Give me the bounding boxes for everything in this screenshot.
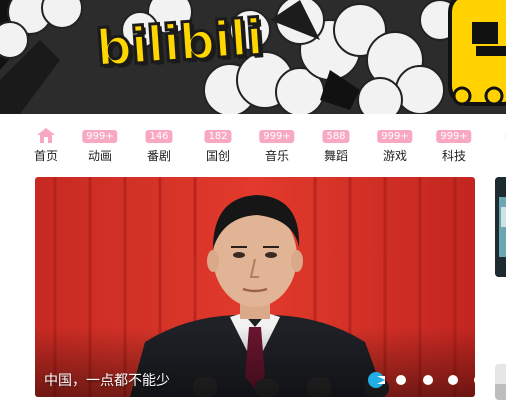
nav-item-label: 舞蹈 [323,149,348,163]
nav-item-label: 音乐 [264,149,289,163]
count-badge: 999+ [436,130,472,143]
recommend-thumbnail[interactable] [495,364,506,400]
thumbnail-image [495,177,506,277]
nav-item-label: 首页 [33,149,58,163]
nav-item-game[interactable]: 999+ 游戏 [365,114,425,170]
home-icon [37,128,55,143]
nav-item-bangumi[interactable]: 146 番剧 [129,114,189,170]
count-badge: 999+ [259,130,295,143]
recommend-thumbnail[interactable] [495,177,506,277]
nav-item-tech[interactable]: 999+ 科技 [424,114,484,170]
category-nav: 首页 999+ 动画 146 番剧 182 国创 999+ 音乐 588 舞蹈 … [0,114,506,170]
count-badge: 182 [204,130,232,143]
nav-item-home[interactable]: 首页 [16,114,76,170]
count-badge: 999+ [82,130,118,143]
nav-item-life[interactable]: 9 生 [483,114,506,170]
nav-item-label: 科技 [441,149,466,163]
nav-item-label: 番剧 [146,149,171,163]
nav-item-label: 游戏 [382,149,407,163]
carousel-caption[interactable]: 中国，一点都不能少 [44,370,170,390]
count-badge: 999+ [377,130,413,143]
featured-carousel[interactable]: 中国，一点都不能少 [35,177,475,397]
thumbnail-image [495,364,506,400]
nav-item-dance[interactable]: 588 舞蹈 [306,114,366,170]
carousel-dot[interactable] [423,375,433,385]
header-banner: bilibili [0,0,506,114]
carousel-dot[interactable] [396,375,406,385]
nav-item-label: 动画 [87,149,112,163]
nav-item-label: 国创 [205,149,230,163]
nav-item-music[interactable]: 999+ 音乐 [247,114,307,170]
nav-item-guochuang[interactable]: 182 国创 [188,114,248,170]
carousel-dot[interactable] [448,375,458,385]
nav-item-douga[interactable]: 999+ 动画 [70,114,130,170]
count-badge: 146 [145,130,173,143]
count-badge: 588 [322,130,350,143]
nav-item-label: 生 [483,147,506,164]
carousel-dot-active[interactable] [368,372,385,388]
bilibili-logo[interactable]: bilibili [93,7,266,79]
carousel-image [35,177,475,397]
